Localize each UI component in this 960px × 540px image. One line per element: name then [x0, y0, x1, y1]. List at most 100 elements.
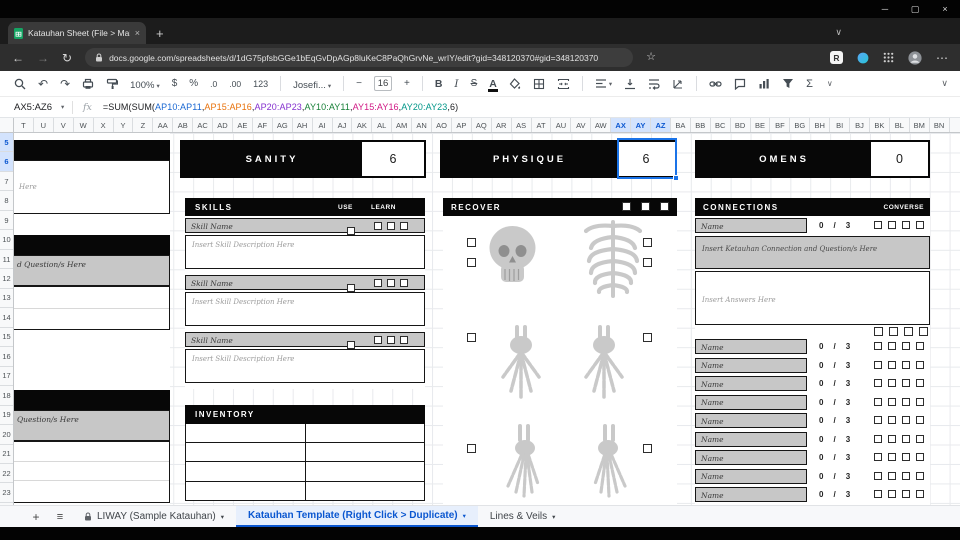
- skill-description-box[interactable]: Insert Skill Description Here: [185, 349, 425, 383]
- column-header-Z[interactable]: Z: [133, 118, 154, 132]
- column-header-AW[interactable]: AW: [591, 118, 612, 132]
- column-header-AO[interactable]: AO: [432, 118, 452, 132]
- text-color-button[interactable]: A: [488, 78, 498, 92]
- connection-name-cell[interactable]: Name: [695, 394, 807, 410]
- checkbox[interactable]: [888, 221, 896, 229]
- connection-name-cell[interactable]: Name: [695, 487, 807, 502]
- column-header-AG[interactable]: AG: [273, 118, 293, 132]
- checkbox[interactable]: [916, 379, 924, 387]
- row-header-18[interactable]: 18: [0, 386, 13, 406]
- column-header-AL[interactable]: AL: [372, 118, 393, 132]
- row-header-7[interactable]: 7: [0, 172, 13, 192]
- insert-chart-icon[interactable]: [758, 78, 770, 90]
- checkbox[interactable]: [889, 327, 898, 336]
- horizontal-align-icon[interactable]: [595, 78, 607, 89]
- inventory-cell[interactable]: [306, 462, 425, 480]
- checkbox[interactable]: [874, 360, 882, 369]
- formula-text[interactable]: =SUM(SUM(AP10:AP11,AP15:AP16,AP20:AP23,A…: [103, 102, 458, 112]
- connection-name-cell[interactable]: Name: [695, 339, 807, 354]
- column-header-V[interactable]: V: [54, 118, 74, 132]
- inventory-cell[interactable]: [306, 443, 425, 461]
- column-header-AD[interactable]: AD: [213, 118, 233, 132]
- checkbox[interactable]: [916, 453, 924, 461]
- sheet-tab-3[interactable]: Lines & Veils ▾: [478, 506, 568, 527]
- column-header-BI[interactable]: BI: [830, 118, 851, 132]
- column-header-AZ[interactable]: AZ: [651, 118, 671, 132]
- column-header-AK[interactable]: AK: [352, 118, 373, 132]
- checkbox[interactable]: [888, 397, 896, 406]
- extension-r-badge[interactable]: R: [830, 51, 843, 64]
- sanity-value[interactable]: 6: [362, 142, 424, 176]
- checkbox[interactable]: [888, 360, 896, 369]
- row-header-15[interactable]: 15: [0, 328, 13, 348]
- checkbox[interactable]: [622, 202, 631, 211]
- increase-decimal-button[interactable]: .00: [229, 79, 241, 89]
- checkbox[interactable]: [374, 335, 382, 344]
- inventory-cell[interactable]: [186, 462, 306, 481]
- minimize-icon[interactable]: ─: [870, 0, 900, 18]
- format-percent-button[interactable]: %: [189, 78, 198, 89]
- connection-name-cell[interactable]: Name: [695, 218, 807, 233]
- font-size-input[interactable]: 16: [373, 76, 392, 91]
- font-select[interactable]: Josefi...: [293, 80, 326, 91]
- italic-button[interactable]: I: [454, 78, 458, 90]
- checkbox[interactable]: [874, 490, 882, 498]
- column-header-T[interactable]: T: [14, 118, 34, 132]
- checkbox[interactable]: [400, 335, 408, 344]
- print-icon[interactable]: [82, 78, 94, 90]
- collapse-toolbar-icon[interactable]: ∨: [941, 78, 948, 89]
- column-header-AC[interactable]: AC: [193, 118, 214, 132]
- browser-tab[interactable]: Katauhan Sheet (File > Make C ×: [8, 22, 146, 44]
- left-panel-box-5[interactable]: [14, 441, 170, 503]
- checkbox[interactable]: [916, 221, 924, 229]
- chevron-down-icon[interactable]: ▾: [552, 513, 555, 521]
- checkbox[interactable]: [641, 202, 650, 211]
- favorites-star-icon[interactable]: ☆: [646, 52, 656, 63]
- physique-value[interactable]: 6: [617, 142, 675, 176]
- checkbox[interactable]: [888, 471, 896, 480]
- bold-button[interactable]: B: [435, 78, 443, 90]
- name-box[interactable]: AX5:AZ6 ▾: [0, 97, 72, 117]
- checkbox[interactable]: [888, 490, 896, 498]
- checkbox[interactable]: [467, 444, 476, 453]
- skill-name-row[interactable]: Skill Name: [185, 275, 425, 292]
- checkbox[interactable]: [467, 258, 476, 267]
- checkbox[interactable]: [374, 278, 382, 287]
- connection-name-cell[interactable]: Name: [695, 413, 807, 428]
- tab-search-chevron-icon[interactable]: ∨: [835, 27, 842, 38]
- text-rotate-icon[interactable]: [672, 78, 684, 90]
- column-header-AF[interactable]: AF: [253, 118, 273, 132]
- chevron-down-icon[interactable]: ▾: [221, 513, 224, 521]
- column-header-AT[interactable]: AT: [532, 118, 552, 132]
- checkbox[interactable]: [874, 434, 882, 443]
- row-header-14[interactable]: 14: [0, 308, 13, 328]
- skill-name-row[interactable]: Skill Name: [185, 332, 425, 349]
- checkbox[interactable]: [902, 416, 910, 424]
- increase-font-size-button[interactable]: +: [404, 78, 410, 89]
- checkbox[interactable]: [874, 327, 883, 336]
- row-header-21[interactable]: 21: [0, 445, 13, 464]
- checkbox[interactable]: [874, 397, 882, 406]
- browser-menu-icon[interactable]: ⋯: [936, 52, 948, 64]
- column-header-AH[interactable]: AH: [293, 118, 313, 132]
- back-icon[interactable]: ←: [12, 52, 24, 64]
- insert-comment-icon[interactable]: [734, 78, 746, 90]
- connection-name-cell[interactable]: Name: [695, 450, 807, 465]
- sheet-tab-1[interactable]: LIWAY (Sample Katauhan) ▾: [72, 506, 236, 527]
- fill-color-icon[interactable]: [509, 77, 521, 90]
- decrease-decimal-button[interactable]: .0: [210, 79, 217, 89]
- skill-description-box[interactable]: Insert Skill Description Here: [185, 292, 425, 326]
- column-header-BE[interactable]: BE: [751, 118, 771, 132]
- checkbox[interactable]: [902, 397, 910, 406]
- merge-cells-icon[interactable]: [557, 78, 570, 90]
- row-header-12[interactable]: 12: [0, 269, 13, 289]
- checkbox[interactable]: [347, 283, 355, 292]
- row-header-22[interactable]: 22: [0, 464, 13, 484]
- checkbox[interactable]: [467, 238, 476, 247]
- column-header-BM[interactable]: BM: [910, 118, 930, 132]
- undo-icon[interactable]: ↶: [38, 77, 48, 91]
- column-header-BH[interactable]: BH: [810, 118, 831, 132]
- checkbox[interactable]: [902, 379, 910, 387]
- checkbox[interactable]: [916, 490, 924, 498]
- checkbox[interactable]: [902, 453, 910, 461]
